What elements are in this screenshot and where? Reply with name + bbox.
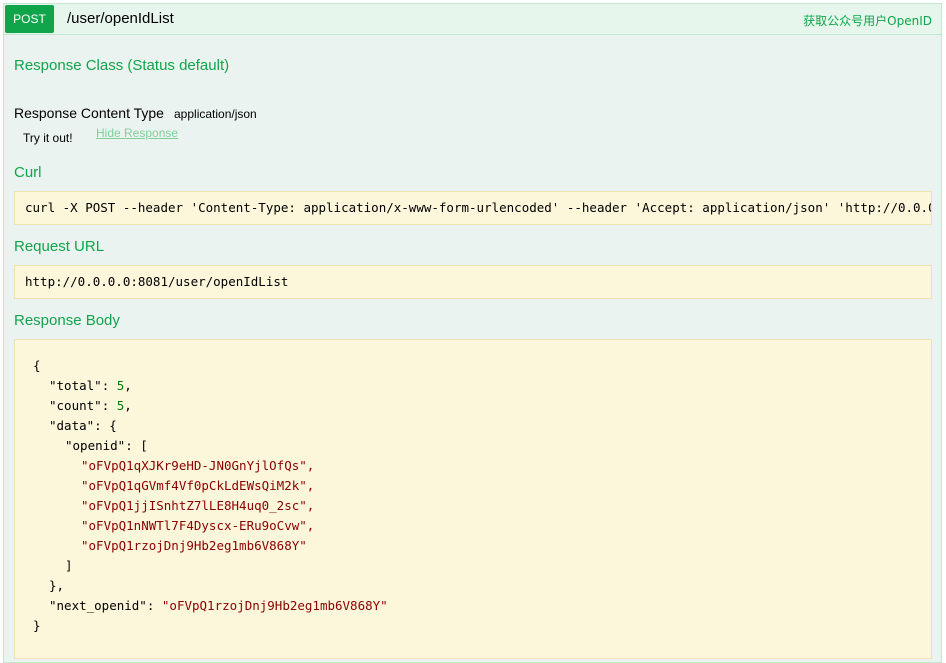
json-brace: { (33, 358, 41, 373)
operation-heading[interactable]: POST /user/openIdList 获取公众号用户OpenID (4, 4, 941, 35)
response-class-title: Response Class (Status default) (14, 57, 230, 74)
json-key: "total" (49, 378, 102, 393)
endpoint-path[interactable]: /user/openIdList (67, 10, 174, 27)
response-body-box: { "total": 5, "count": 5, "data": { "ope… (14, 339, 932, 659)
request-url-value: http://0.0.0.0:8081/user/openIdList (25, 274, 289, 289)
json-brace: } (33, 618, 41, 633)
json-next-openid-line: "next_openid": "oFVpQ1rzojDnj9Hb2eg1mb6V… (49, 598, 388, 613)
json-openid-line: "openid": [ (65, 438, 148, 453)
hide-response-link[interactable]: Hide Response (96, 126, 178, 140)
json-total-line: "total": 5, (49, 378, 132, 393)
json-openid-item: "oFVpQ1qGVmf4Vf0pCkLdEWsQiM2k", (81, 478, 315, 493)
json-count-line: "count": 5, (49, 398, 132, 413)
operation-panel: POST /user/openIdList 获取公众号用户OpenID Resp… (3, 3, 942, 663)
response-content-type-label: Response Content Type (14, 105, 164, 121)
json-key: "openid" (65, 438, 126, 453)
response-content-type-value[interactable]: application/json (174, 107, 257, 121)
json-brace: }, (49, 578, 65, 593)
http-method-badge[interactable]: POST (5, 5, 54, 33)
curl-command: curl -X POST --header 'Content-Type: app… (25, 200, 931, 215)
curl-title: Curl (14, 164, 42, 181)
json-key: "next_openid" (49, 598, 147, 613)
json-number: 5 (116, 378, 125, 393)
json-key: "data" (49, 418, 95, 433)
endpoint-summary[interactable]: 获取公众号用户OpenID (803, 12, 932, 29)
json-openid-item: "oFVpQ1rzojDnj9Hb2eg1mb6V868Y" (81, 538, 307, 553)
response-body-title: Response Body (14, 312, 120, 329)
curl-box: curl -X POST --header 'Content-Type: app… (14, 191, 932, 225)
try-it-out-button[interactable]: Try it out! (23, 131, 73, 145)
request-url-box: http://0.0.0.0:8081/user/openIdList (14, 265, 932, 299)
json-openid-item: "oFVpQ1jjISnhtZ7lLE8H4uq0_2sc", (81, 498, 315, 513)
json-data-line: "data": { (49, 418, 117, 433)
json-openid-item: "oFVpQ1nNWTl7F4Dyscx-ERu9oCvw", (81, 518, 315, 533)
json-key: "count" (49, 398, 102, 413)
json-number: 5 (116, 398, 125, 413)
json-openid-item: "oFVpQ1qXJKr9eHD-JN0GnYjlOfQs", (81, 458, 315, 473)
json-bracket: ] (65, 558, 73, 573)
json-string: "oFVpQ1rzojDnj9Hb2eg1mb6V868Y" (161, 598, 388, 613)
request-url-title: Request URL (14, 238, 105, 255)
